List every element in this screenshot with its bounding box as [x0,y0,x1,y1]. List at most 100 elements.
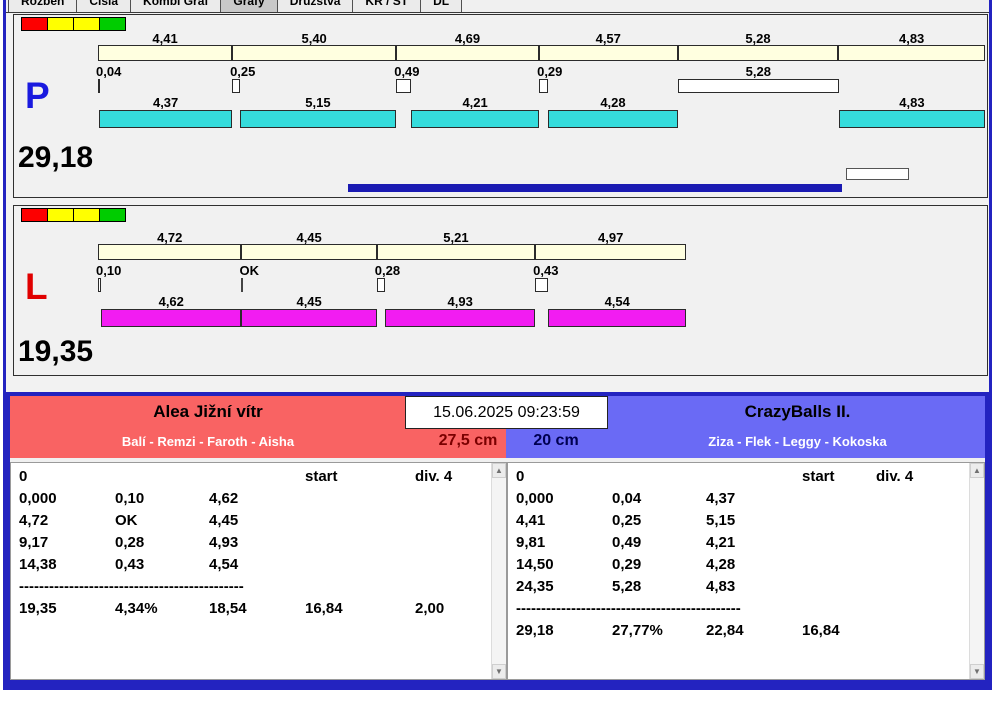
split-segment [538,45,678,61]
result-row: 29,18 27,77% 22,84 16,84 [508,622,969,644]
result-cell: 16,84 [305,600,343,617]
run-bar [239,110,397,128]
run-time-label: 4,28 [600,95,626,110]
split-time-label: 5,40 [301,31,327,46]
result-cell: 0,43 [115,556,145,573]
lane-letter: P [25,75,50,116]
split-segment [376,244,536,260]
traffic-lights [21,17,126,31]
status-light [21,208,48,222]
run-time-label: 4,62 [158,294,184,309]
scrollbar[interactable]: ▲ ▼ [491,463,506,679]
result-cell: 19,35 [19,600,57,617]
result-cell: 18,54 [209,600,247,617]
tab[interactable]: DL [420,0,463,12]
scroll-up-button[interactable]: ▲ [492,463,506,478]
result-cell: 5,15 [706,512,736,529]
lane-panel-left: L 4,72 4,45 5,21 4,97 0,10 4,62 OK 4,45 0,28 4,93… [13,205,988,376]
result-cell: 0,000 [516,490,554,507]
result-cell: 0 [19,468,28,485]
change-time-label: 0,10 [96,263,122,278]
split-time-label: 4,72 [157,230,183,245]
tab[interactable]: Družstva [276,0,354,12]
split-time-label: 4,69 [454,31,481,46]
result-cell: 0,10 [115,490,145,507]
lane-total-time: 19,35 [18,335,94,368]
result-row: 19,35 4,34% 18,54 16,84 2,00 [11,600,491,622]
scrollbar[interactable]: ▲ ▼ [969,463,984,679]
tab[interactable]: KR / ST [352,0,422,12]
split-segment [232,45,397,61]
result-cell: 4,93 [209,534,239,551]
results-section: Alea Jižní vítr Balí - Remzi - Faroth - … [6,392,989,684]
lane-total-time: 29,18 [18,141,94,174]
change-box [535,278,549,292]
change-time-label: 0,25 [230,64,256,79]
result-cell: 0,000 [19,490,57,507]
results-rows-right: 0 start div. 4 0,000 0,04 4,37 4,41 0,25 5,15 9,8… [508,463,969,679]
result-cell: 14,50 [516,556,554,573]
run-bar [547,110,679,128]
change-box [376,278,386,292]
result-cell: 4,83 [706,578,736,595]
result-cell: 14,38 [19,556,57,573]
change-time-label: 0,29 [537,64,563,79]
run-bar [101,309,242,327]
result-cell: 22,84 [706,622,744,639]
result-row: 9,81 0,49 4,21 [508,534,969,556]
status-light [47,17,74,31]
result-cell: 4,45 [209,512,239,529]
change-time-label: 0,28 [374,263,401,278]
scroll-down-button[interactable]: ▼ [492,664,506,679]
result-cell: 0,25 [612,512,642,529]
split-segment [98,45,233,61]
result-row: 0 start div. 4 [11,468,491,490]
scroll-up-button[interactable]: ▲ [970,463,984,478]
run-time-label: 4,37 [152,95,179,110]
result-cell: 0 [516,468,525,485]
split-time-label: 4,45 [296,230,322,245]
tab-strip: Rozběh Čísla Kombi Graf Grafy Družstva KR / S… [6,0,989,12]
result-cell: 0,29 [612,556,642,573]
run-bar [385,309,536,327]
result-cell: start [802,468,835,485]
run-time-label: 4,54 [604,294,630,309]
result-cell: 27,77% [612,622,663,639]
result-cell: 16,84 [802,622,840,639]
change-box [539,79,548,93]
result-cell: 0,49 [612,534,642,551]
tab[interactable]: Čísla [76,0,132,12]
tab-bar: Rozběh Čísla Kombi Graf Grafy Družstva KR / S… [6,0,989,13]
result-cell: 4,28 [706,556,736,573]
lane-letter: L [25,266,48,307]
tab[interactable]: Kombi Graf [130,0,222,12]
team-left-dogs: Balí - Remzi - Faroth - Aisha [121,434,295,449]
result-cell: ----------------------------------------… [19,578,244,595]
run-bar [99,110,233,128]
run-bar [548,309,687,327]
split-segment [535,244,687,260]
tab[interactable]: Rozběh [8,0,78,12]
result-row: 4,72 OK 4,45 [11,512,491,534]
split-time-label: 5,21 [443,230,469,245]
results-rows-left: 0 start div. 4 0,000 0,10 4,62 4,72 OK 4,45 9,17 0… [11,463,491,679]
results-table-right: 0 start div. 4 0,000 0,04 4,37 4,41 0,25 5,15 9,8… [507,462,985,680]
run-bar [411,110,540,128]
run-time-label: 4,21 [462,95,488,110]
run-time-label: 4,45 [296,294,322,309]
result-cell: 9,17 [19,534,49,551]
split-time-label: 4,41 [152,31,178,46]
result-cell: 4,21 [706,534,736,551]
scroll-down-button[interactable]: ▼ [970,664,984,679]
status-light [47,208,74,222]
split-time-label: 4,97 [598,230,624,245]
split-time-label: 5,28 [745,31,771,46]
datetime-box: 15.06.2025 09:23:59 [405,396,608,429]
run-time-label: 4,93 [447,294,473,309]
tab[interactable]: Grafy [220,0,278,12]
window-frame-bottom [3,684,992,690]
result-cell: 4,54 [209,556,239,573]
run-bar [838,110,986,128]
split-segment [98,244,242,260]
lane-chart: 4,72 4,45 5,21 4,97 0,10 4,62 OK 4,45 0,28 4,93 0,… [96,230,990,332]
